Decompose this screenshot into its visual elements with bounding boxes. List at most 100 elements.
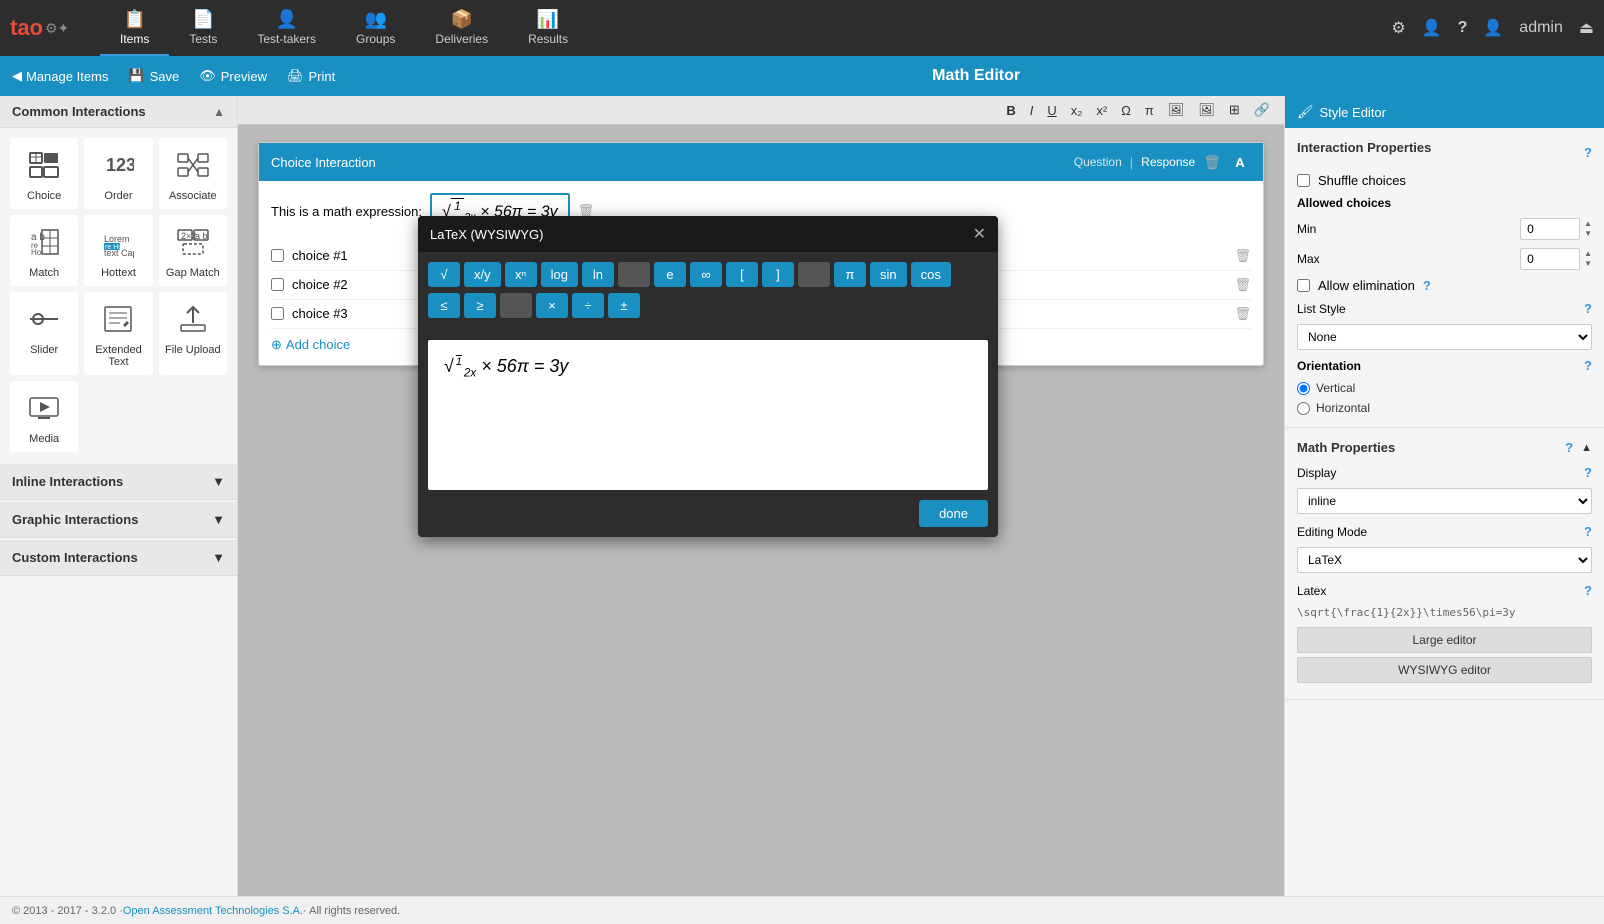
wysiwyg-editor-button[interactable]: WYSIWYG editor [1297,657,1592,683]
latex-preview[interactable]: √12x × 56π = 3y [428,340,988,490]
logout-icon[interactable]: ⏏ [1579,18,1594,38]
editing-mode-select[interactable]: LaTeX WYSIWYG [1297,547,1592,573]
math-chevron-icon[interactable]: ▲ [1581,442,1592,454]
delete-choice3-icon[interactable]: 🗑 [1234,306,1251,322]
nav-item-deliveries[interactable]: 📦 Deliveries [415,1,508,56]
max-input[interactable] [1520,248,1580,270]
nav-item-tests[interactable]: 📄 Tests [169,1,237,56]
custom-interactions-header[interactable]: Custom Interactions ▼ [0,540,237,576]
hottext-interaction[interactable]: Loremre Hottext Cap Hottext [84,215,152,286]
nav-item-groups[interactable]: 👥 Groups [336,1,415,56]
horizontal-radio[interactable] [1297,402,1310,415]
gapmatch-interaction[interactable]: 2×2a b Gap Match [159,215,227,286]
list-style-select[interactable]: None Decimal Lower Alpha Upper Alpha [1297,324,1592,350]
lbracket-button[interactable]: [ [726,262,758,287]
e-button[interactable]: e [654,262,686,287]
min-down-icon[interactable]: ▼ [1584,229,1592,239]
power-button[interactable]: xⁿ [505,262,537,287]
shuffle-choices-checkbox[interactable] [1297,174,1310,187]
delete-choice2-icon[interactable]: 🗑 [1234,277,1251,293]
back-to-manage-items[interactable]: ◀ Manage Items [12,68,108,84]
rights-text: · All rights reserved. [303,905,400,917]
list-style-help-icon[interactable]: ? [1584,301,1592,316]
italic-button[interactable]: I [1024,101,1040,120]
slider-interaction[interactable]: Slider [10,292,78,375]
times-button[interactable]: × [536,293,568,318]
media-interaction[interactable]: Media [10,381,78,452]
choice-interaction[interactable]: Choice [10,138,78,209]
media-button[interactable]: 🖼 [1192,100,1221,120]
settings-icon[interactable]: ⚙ [1391,18,1405,38]
orientation-help-icon[interactable]: ? [1584,358,1592,373]
pi-button[interactable]: π [1139,101,1160,120]
latex-help-icon[interactable]: ? [1584,583,1592,598]
vertical-radio[interactable] [1297,382,1310,395]
math-properties-header: Math Properties ? ▲ [1297,440,1592,455]
infinity-button[interactable]: ∞ [690,262,722,287]
extended-text-interaction[interactable]: Extended Text [84,292,152,375]
fraction-button[interactable]: x/y [464,262,501,287]
choice2-checkbox[interactable] [271,278,284,291]
bold-button[interactable]: B [1000,101,1021,120]
superscript-button[interactable]: x² [1090,101,1113,120]
response-tab[interactable]: Response [1141,155,1195,169]
max-up-icon[interactable]: ▲ [1584,249,1592,259]
save-icon: 💾 [128,68,144,84]
interaction-properties-help-icon[interactable]: ? [1584,145,1592,160]
editing-mode-help-icon[interactable]: ? [1584,524,1592,539]
allow-elimination-checkbox[interactable] [1297,279,1310,292]
question-tab[interactable]: Question [1074,155,1122,169]
large-editor-button[interactable]: Large editor [1297,627,1592,653]
latex-modal-close-button[interactable]: ✕ [973,224,986,244]
ln-button[interactable]: ln [582,262,614,287]
associate-interaction[interactable]: Associate [159,138,227,209]
image-button[interactable]: 🖼 [1162,100,1191,120]
order-interaction[interactable]: 123 Order [84,138,152,209]
log-button[interactable]: log [541,262,578,287]
underline-button[interactable]: U [1041,101,1062,120]
sin-button[interactable]: sin [870,262,907,287]
sqrt-button[interactable]: √ [428,262,460,287]
nav-label-items: Items [120,32,149,46]
nav-item-items[interactable]: 📋 Items [100,1,169,56]
nav-item-results[interactable]: 📊 Results [508,1,588,56]
pi-latex-button[interactable]: π [834,262,866,287]
common-interactions-header[interactable]: Common Interactions ▲ [0,96,237,128]
help-icon[interactable]: ? [1458,19,1468,37]
preview-button[interactable]: 👁 Preview [199,68,267,84]
math-properties-help-icon[interactable]: ? [1565,440,1573,455]
file-upload-interaction[interactable]: File Upload [159,292,227,375]
save-button[interactable]: 💾 Save [128,68,179,84]
choice3-checkbox[interactable] [271,307,284,320]
subscript-button[interactable]: x₂ [1065,101,1089,120]
divide-button[interactable]: ÷ [572,293,604,318]
min-up-icon[interactable]: ▲ [1584,219,1592,229]
graphic-interactions-header[interactable]: Graphic Interactions ▼ [0,502,237,538]
plusminus-button[interactable]: ± [608,293,640,318]
table-button[interactable]: ⊞ [1223,100,1246,120]
delete-panel-icon[interactable]: 🗑 [1203,154,1221,171]
delete-choice1-icon[interactable]: 🗑 [1234,248,1251,264]
display-help-icon[interactable]: ? [1584,465,1592,480]
display-select[interactable]: inline block [1297,488,1592,514]
nav-item-testtakers[interactable]: 👤 Test-takers [237,1,336,56]
match-icon: a breHo [28,226,60,263]
link-button[interactable]: 🔗 [1248,100,1276,120]
print-button[interactable]: 🖨 Print [287,68,335,84]
company-link[interactable]: Open Assessment Technologies S.A. [123,905,303,917]
leq-button[interactable]: ≤ [428,293,460,318]
allow-elimination-help-icon[interactable]: ? [1423,278,1431,293]
match-interaction[interactable]: a breHo Match [10,215,78,286]
max-down-icon[interactable]: ▼ [1584,259,1592,269]
done-button[interactable]: done [919,500,988,527]
rbracket-button[interactable]: ] [762,262,794,287]
logo[interactable]: tao ⚙✦ [10,15,90,41]
inline-interactions-header[interactable]: Inline Interactions ▼ [0,464,237,500]
geq-button[interactable]: ≥ [464,293,496,318]
min-input[interactable] [1520,218,1580,240]
omega-button[interactable]: Ω [1115,101,1137,120]
cos-button[interactable]: cos [911,262,951,287]
logo-icon: ⚙✦ [45,20,69,37]
users-icon[interactable]: 👤 [1422,18,1442,38]
choice1-checkbox[interactable] [271,249,284,262]
